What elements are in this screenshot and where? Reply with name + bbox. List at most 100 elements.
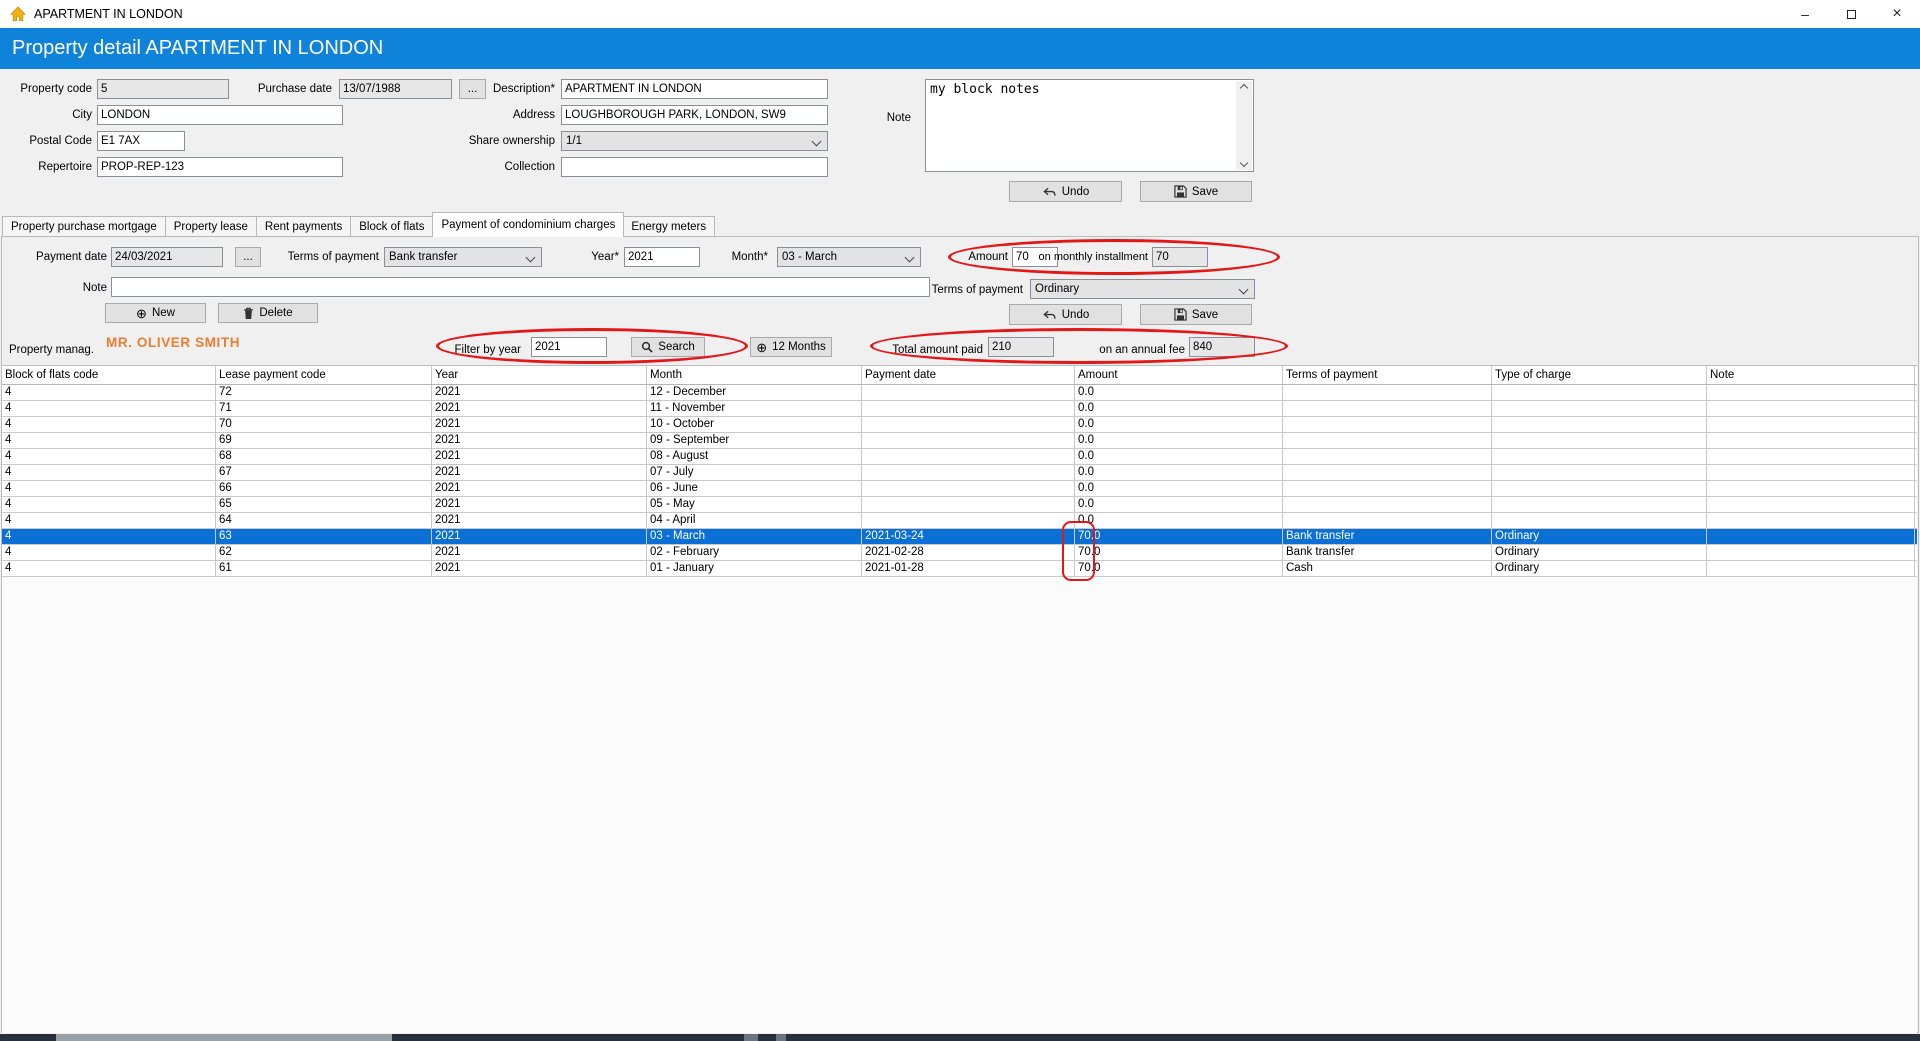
property-undo-button[interactable]: Undo (1009, 181, 1122, 202)
table-row[interactable]: 466202106 - June0.0 (2, 481, 1917, 497)
table-cell (1492, 417, 1707, 432)
note-label: Note (887, 108, 911, 128)
table-row[interactable]: 472202112 - December0.0 (2, 385, 1917, 401)
table-cell: 12 - December (647, 385, 862, 400)
table-cell: 70 (216, 417, 432, 432)
note-text: my block notes (930, 82, 1233, 97)
tab-energy-meters[interactable]: Energy meters (623, 216, 715, 237)
description-field[interactable] (561, 79, 828, 99)
table-row[interactable]: 461202101 - January2021-01-2870.0CashOrd… (2, 561, 1917, 577)
total-amount-paid-field[interactable] (988, 337, 1054, 357)
type-of-charge-select[interactable]: Ordinary (1030, 279, 1255, 299)
table-row[interactable]: 468202108 - August0.0 (2, 449, 1917, 465)
terms-of-payment-select[interactable]: Bank transfer (384, 247, 542, 267)
table-cell: 4 (2, 417, 216, 432)
plus-circle-icon: ⊕ (756, 341, 767, 354)
postal-code-field[interactable] (97, 131, 185, 151)
note-scrollbar[interactable] (1236, 81, 1252, 170)
table-row[interactable]: 471202111 - November0.0 (2, 401, 1917, 417)
installment-field[interactable] (1152, 247, 1208, 267)
share-ownership-select[interactable]: 1/1 (561, 131, 828, 151)
maximize-button[interactable] (1828, 0, 1874, 28)
tab-block-of-flats[interactable]: Block of flats (351, 216, 433, 237)
purchase-date-field[interactable] (339, 79, 452, 99)
table-cell (1283, 417, 1492, 432)
chevron-down-icon (526, 253, 536, 263)
share-ownership-value: 1/1 (566, 135, 582, 147)
table-cell: 2021 (432, 481, 647, 496)
column-header[interactable]: Payment date (862, 366, 1075, 384)
table-row[interactable]: 465202105 - May0.0 (2, 497, 1917, 513)
chevron-down-icon (1239, 285, 1249, 295)
new-button[interactable]: ⊕ New (105, 303, 206, 323)
column-header[interactable]: Block of flats code (2, 366, 216, 384)
installment-label: on monthly installment (1039, 247, 1148, 267)
tab-rent-payments[interactable]: Rent payments (257, 216, 351, 237)
table-cell: 4 (2, 433, 216, 448)
scroll-down-icon[interactable] (1240, 159, 1248, 167)
column-header[interactable]: Lease payment code (216, 366, 432, 384)
table-cell (862, 481, 1075, 496)
repertoire-field[interactable] (97, 157, 343, 177)
table-cell (1707, 449, 1915, 464)
payment-note-field[interactable] (111, 277, 930, 297)
column-header[interactable]: Year (432, 366, 647, 384)
table-cell (1492, 465, 1707, 480)
terms-of-payment-label: Terms of payment (288, 247, 379, 267)
table-cell: 2021 (432, 497, 647, 512)
payment-date-field[interactable] (111, 247, 223, 267)
table-cell: 0.0 (1075, 401, 1283, 416)
table-row[interactable]: 469202109 - September0.0 (2, 433, 1917, 449)
payment-date-browse-button[interactable]: ... (235, 247, 261, 267)
month-select[interactable]: 03 - March (777, 247, 921, 267)
title-bar: APARTMENT IN LONDON – × (0, 0, 1920, 28)
property-save-button[interactable]: Save (1140, 181, 1252, 202)
city-field[interactable] (97, 105, 343, 125)
scroll-up-icon[interactable] (1240, 84, 1248, 92)
maximize-icon (1847, 10, 1856, 19)
table-row[interactable]: 470202110 - October0.0 (2, 417, 1917, 433)
table-row[interactable]: 467202107 - July0.0 (2, 465, 1917, 481)
table-cell: Bank transfer (1283, 545, 1492, 560)
search-button[interactable]: Search (631, 337, 705, 357)
table-row[interactable]: 464202104 - April0.0 (2, 513, 1917, 529)
column-header[interactable]: Terms of payment (1283, 366, 1492, 384)
table-cell: 4 (2, 465, 216, 480)
table-cell: Bank transfer (1283, 529, 1492, 544)
table-cell: 69 (216, 433, 432, 448)
minimize-button[interactable]: – (1782, 0, 1828, 28)
note-textarea[interactable]: my block notes (925, 79, 1254, 172)
annual-fee-field[interactable] (1189, 337, 1255, 357)
property-code-field[interactable] (97, 79, 229, 99)
payment-undo-button[interactable]: Undo (1009, 304, 1122, 325)
table-row[interactable]: 463202103 - March2021-03-2470.0Bank tran… (2, 529, 1917, 545)
table-cell: 04 - April (647, 513, 862, 528)
year-field[interactable] (624, 247, 700, 267)
table-cell: 2021 (432, 561, 647, 576)
annual-fee-label: on an annual fee (1099, 340, 1185, 360)
column-header[interactable]: Amount (1075, 366, 1283, 384)
column-header[interactable]: Note (1707, 366, 1915, 384)
delete-button[interactable]: Delete (218, 303, 318, 323)
collection-field[interactable] (561, 157, 828, 177)
filter-by-year-label: Filter by year (455, 340, 521, 360)
undo-arrow-icon (1042, 187, 1057, 197)
table-cell (862, 465, 1075, 480)
address-field[interactable] (561, 105, 828, 125)
tab-property-purchase-mortgage[interactable]: Property purchase mortgage (2, 216, 166, 237)
payment-save-button[interactable]: Save (1140, 304, 1252, 325)
purchase-date-browse-button[interactable]: ... (459, 79, 486, 99)
filter-by-year-field[interactable] (531, 337, 607, 357)
table-row[interactable]: 462202102 - February2021-02-2870.0Bank t… (2, 545, 1917, 561)
column-header[interactable]: Type of charge (1492, 366, 1707, 384)
table-cell (1283, 401, 1492, 416)
delete-button-label: Delete (259, 307, 292, 319)
column-header[interactable]: Month (647, 366, 862, 384)
tab-payment-of-condominium-charges[interactable]: Payment of condominium charges (432, 212, 624, 237)
table-cell: 2021 (432, 449, 647, 464)
close-button[interactable]: × (1874, 0, 1920, 28)
twelve-months-button[interactable]: ⊕ 12 Months (750, 337, 832, 357)
table-cell: 4 (2, 401, 216, 416)
tab-property-lease[interactable]: Property lease (166, 216, 257, 237)
address-label: Address (513, 105, 555, 125)
